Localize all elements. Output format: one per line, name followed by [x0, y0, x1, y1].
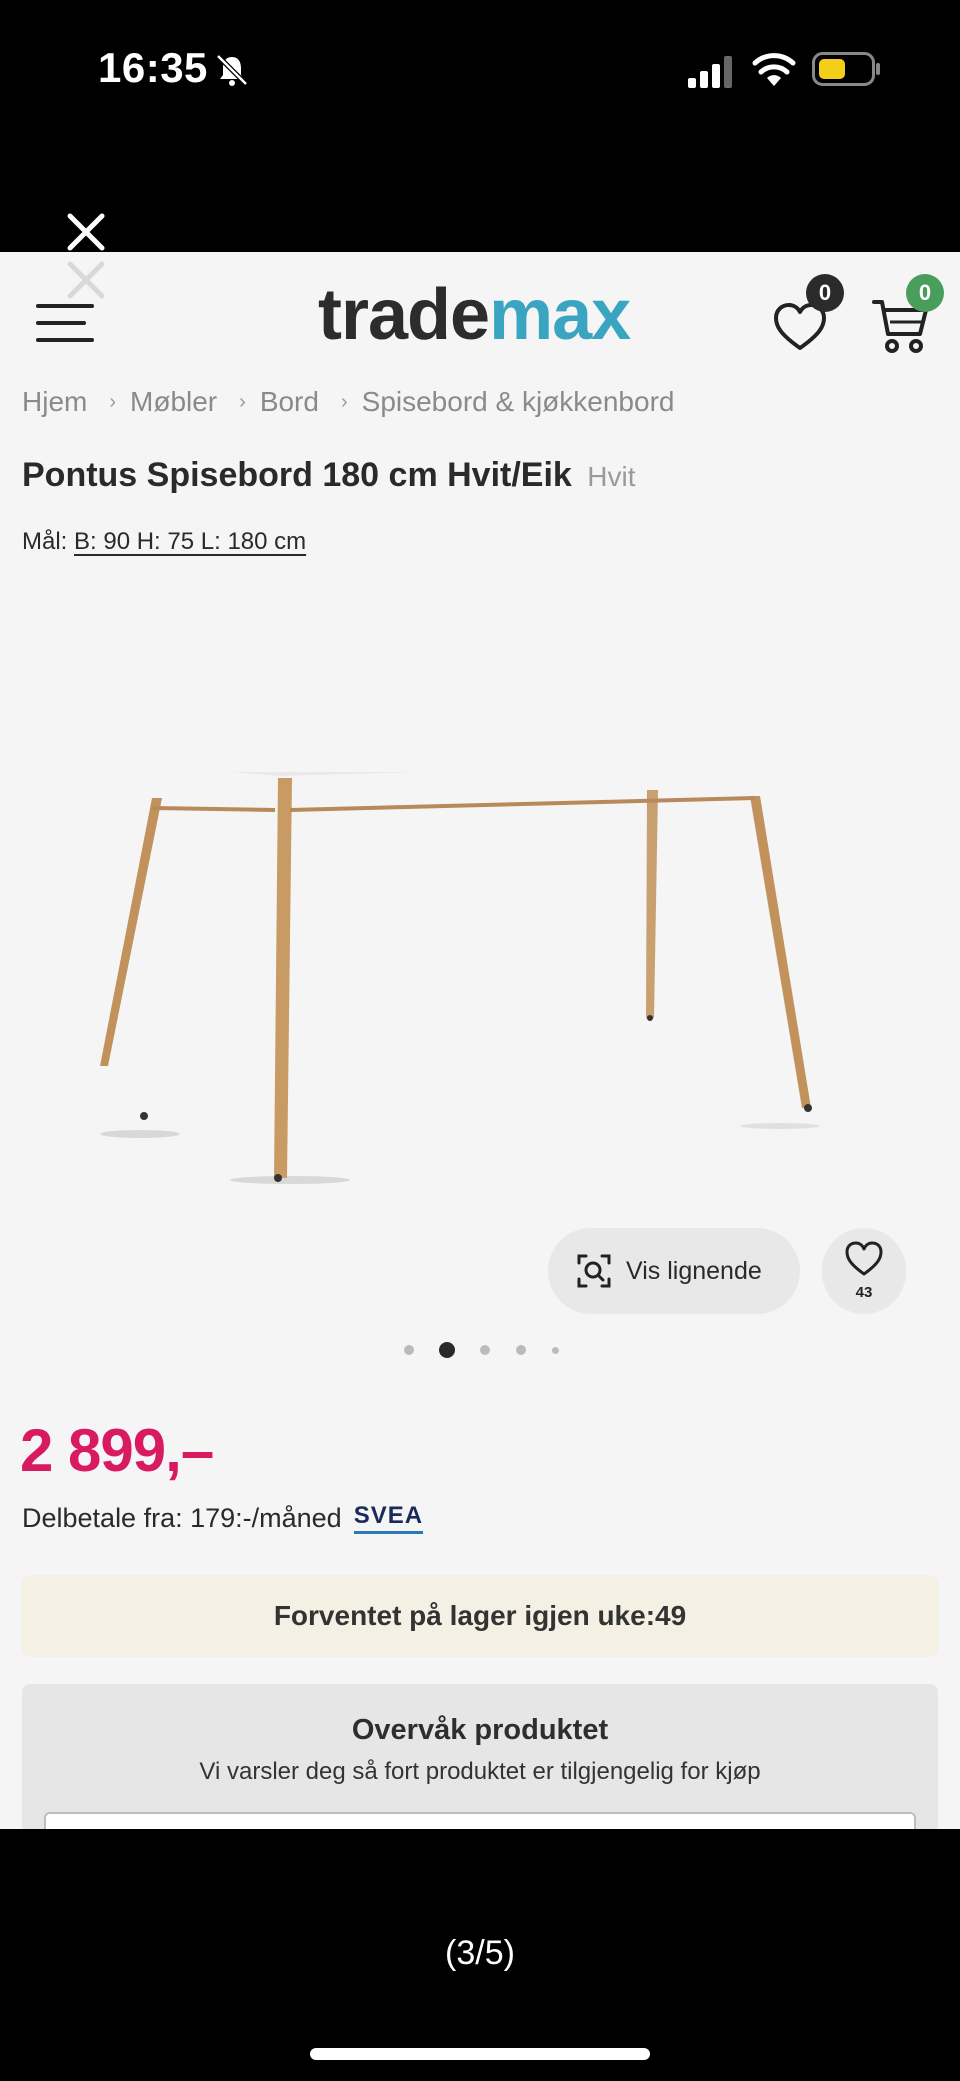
logo-text-accent: max: [489, 275, 631, 355]
breadcrumb-item-dining-tables[interactable]: Spisebord & kjøkkenbord: [362, 386, 675, 418]
chevron-right-icon: ›: [340, 390, 348, 413]
cart-count-badge: 0: [906, 274, 944, 312]
image-pager-indicator: (3/5): [445, 1934, 515, 1972]
stock-notice: Forventet på lager igjen uke:49: [22, 1575, 938, 1657]
favorite-count: 43: [855, 1284, 873, 1301]
show-similar-label: Vis lignende: [626, 1256, 762, 1285]
menu-icon[interactable]: [36, 300, 94, 346]
screenshot-viewer: 16:35 trademax 0 0 Hjem › Møbler › Bord …: [0, 0, 960, 2081]
wishlist-count-badge: 0: [806, 274, 844, 312]
breadcrumb: Hjem › Møbler › Bord › Spisebord & kjøkk…: [22, 386, 674, 418]
watch-product-box: Overvåk produktet Vi varsler deg så fort…: [22, 1684, 938, 1829]
product-page: trademax 0 0 Hjem › Møbler › Bord › Spis…: [0, 252, 960, 1829]
site-header: trademax 0 0: [0, 252, 960, 382]
watch-product-title: Overvåk produktet: [351, 1714, 609, 1746]
product-title: Pontus Spisebord 180 cm Hvit/Eik Hvit: [22, 456, 636, 495]
installment-info: Delbetale fra: 179:-/måned SVEA: [22, 1502, 424, 1534]
close-icon: [67, 261, 105, 299]
email-field[interactable]: [44, 1812, 916, 1829]
site-logo[interactable]: trademax: [318, 274, 631, 356]
home-indicator[interactable]: [310, 2048, 650, 2060]
breadcrumb-item-tables[interactable]: Bord: [260, 386, 319, 418]
favorite-button[interactable]: 43: [822, 1228, 906, 1314]
svea-logo[interactable]: SVEA: [353, 1502, 424, 1534]
dimensions-value[interactable]: B: 90 H: 75 L: 180 cm: [74, 528, 306, 555]
image-carousel-dots: [400, 1341, 570, 1361]
product-image[interactable]: [80, 772, 880, 1192]
logo-text-primary: trade: [318, 275, 490, 355]
show-similar-button[interactable]: Vis lignende: [548, 1228, 800, 1314]
breadcrumb-item-furniture[interactable]: Møbler: [130, 386, 217, 418]
wifi-icon: [752, 53, 796, 86]
bell-muted-icon: [216, 54, 248, 86]
status-time: 16:35: [98, 44, 208, 91]
carousel-dot[interactable]: [404, 1345, 414, 1355]
watch-product-description: Vi varsler deg så fort produktet er tilg…: [199, 1758, 761, 1785]
product-title-text: Pontus Spisebord 180 cm Hvit/Eik: [22, 456, 572, 494]
battery-icon: [812, 52, 880, 86]
visual-search-icon: [577, 1254, 611, 1288]
chevron-right-icon: ›: [239, 390, 246, 413]
close-icon[interactable]: [62, 208, 110, 256]
product-dimensions: Mål: B: 90 H: 75 L: 180 cm: [22, 528, 306, 556]
product-variant: Hvit: [587, 461, 636, 492]
dimensions-label: Mål:: [22, 528, 68, 555]
installment-text: Delbetale fra: 179:-/måned: [22, 1502, 342, 1533]
carousel-dot[interactable]: [480, 1345, 490, 1355]
heart-icon: [845, 1241, 883, 1276]
signal-icon: [688, 56, 732, 88]
carousel-dot[interactable]: [516, 1345, 526, 1355]
product-price: 2 899,–: [20, 1417, 214, 1484]
carousel-dot[interactable]: [552, 1347, 559, 1354]
status-bar: 16:35: [0, 0, 960, 140]
breadcrumb-item-home[interactable]: Hjem: [22, 386, 87, 418]
carousel-dot-active[interactable]: [439, 1342, 455, 1358]
chevron-right-icon: ›: [109, 390, 117, 413]
